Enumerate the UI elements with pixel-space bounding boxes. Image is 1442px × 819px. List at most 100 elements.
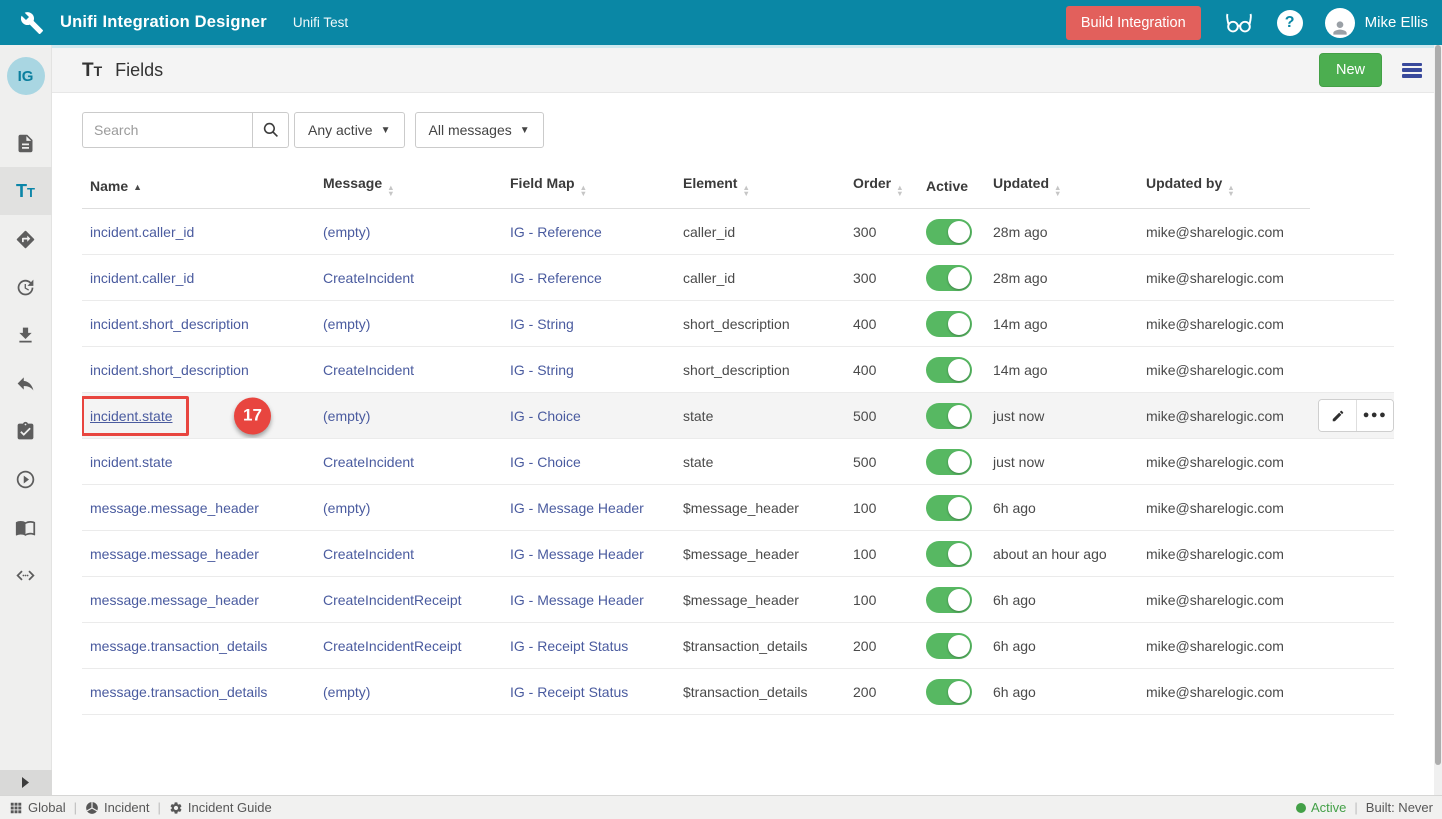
message-link[interactable]: (empty)	[323, 684, 370, 700]
sidebar-item-scripts[interactable]	[0, 551, 52, 599]
field-name-link[interactable]: message.message_header	[90, 500, 259, 516]
active-toggle[interactable]	[926, 587, 972, 613]
field-name-link[interactable]: message.message_header	[90, 546, 259, 562]
sidebar-collapse-button[interactable]	[0, 770, 52, 795]
sort-icon: ▲▼	[387, 185, 394, 196]
active-toggle[interactable]	[926, 679, 972, 705]
edit-button[interactable]	[1319, 400, 1356, 431]
active-toggle[interactable]	[926, 265, 972, 291]
message-link[interactable]: CreateIncidentReceipt	[323, 592, 462, 608]
field-name-link[interactable]: message.transaction_details	[90, 684, 267, 700]
field-name-link[interactable]: incident.caller_id	[90, 224, 194, 240]
column-header-element[interactable]: Element▲▼	[675, 162, 845, 209]
sidebar-item-documentation[interactable]	[0, 503, 52, 551]
search-input[interactable]	[82, 112, 252, 148]
sidebar-item-field-maps[interactable]	[0, 215, 52, 263]
grid-icon	[9, 801, 23, 815]
field-name-link[interactable]: incident.state	[90, 408, 173, 424]
field-map-link[interactable]: IG - Choice	[510, 408, 581, 424]
toggle-knob	[948, 543, 970, 565]
element-value: $transaction_details	[683, 638, 808, 654]
updated-value: just now	[993, 454, 1044, 470]
more-actions-button[interactable]: ●●●	[1356, 400, 1393, 431]
element-value: state	[683, 408, 713, 424]
field-name-link[interactable]: message.message_header	[90, 592, 259, 608]
field-name-link[interactable]: incident.caller_id	[90, 270, 194, 286]
message-link[interactable]: CreateIncident	[323, 362, 414, 378]
build-integration-button[interactable]: Build Integration	[1066, 6, 1201, 40]
new-button[interactable]: New	[1319, 53, 1382, 87]
message-link[interactable]: (empty)	[323, 224, 370, 240]
column-header-order[interactable]: Order▲▼	[845, 162, 918, 209]
updated-value: 6h ago	[993, 592, 1036, 608]
column-header-name[interactable]: Name▲	[82, 162, 315, 209]
message-link[interactable]: CreateIncident	[323, 454, 414, 470]
sidebar-item-tasks[interactable]	[0, 407, 52, 455]
sidebar-item-run[interactable]	[0, 455, 52, 503]
active-toggle[interactable]	[926, 541, 972, 567]
toggle-knob	[948, 589, 970, 611]
field-name-link[interactable]: incident.short_description	[90, 362, 249, 378]
column-header-message[interactable]: Message▲▼	[315, 162, 502, 209]
field-map-link[interactable]: IG - Choice	[510, 454, 581, 470]
updated-value: 14m ago	[993, 316, 1047, 332]
field-map-link[interactable]: IG - String	[510, 316, 574, 332]
messages-filter-dropdown[interactable]: All messages▼	[415, 112, 544, 148]
search-button[interactable]	[252, 112, 289, 148]
sidebar-item-history[interactable]	[0, 263, 52, 311]
field-map-link[interactable]: IG - Message Header	[510, 592, 644, 608]
updated-by-value: mike@sharelogic.com	[1146, 270, 1284, 286]
user-menu[interactable]: Mike Ellis	[1325, 8, 1428, 38]
field-name-link[interactable]: incident.short_description	[90, 316, 249, 332]
vertical-scrollbar[interactable]	[1434, 45, 1442, 795]
message-link[interactable]: CreateIncident	[323, 546, 414, 562]
preview-glasses-icon[interactable]	[1223, 11, 1255, 35]
active-toggle[interactable]	[926, 449, 972, 475]
field-map-link[interactable]: IG - Reference	[510, 224, 602, 240]
element-value: caller_id	[683, 224, 735, 240]
scope-selector[interactable]: Global	[9, 800, 66, 815]
sidebar-item-documents[interactable]	[0, 119, 52, 167]
updated-value: 6h ago	[993, 638, 1036, 654]
sidebar-item-download[interactable]	[0, 311, 52, 359]
filter-bar: Any active▼ All messages▼	[82, 112, 1404, 148]
help-icon[interactable]: ?	[1277, 10, 1303, 36]
integration-badge[interactable]: IG	[7, 57, 45, 95]
field-name-highlight-box: incident.state	[90, 454, 173, 470]
scrollbar-thumb[interactable]	[1435, 45, 1441, 765]
field-map-link[interactable]: IG - Message Header	[510, 546, 644, 562]
field-name-link[interactable]: message.transaction_details	[90, 638, 267, 654]
field-name-link[interactable]: incident.state	[90, 454, 173, 470]
integration-selector[interactable]: Incident Guide	[169, 800, 272, 815]
active-toggle[interactable]	[926, 219, 972, 245]
active-toggle[interactable]	[926, 357, 972, 383]
message-link[interactable]: (empty)	[323, 408, 370, 424]
integration-name[interactable]: Unifi Test	[293, 15, 348, 30]
column-header-updated-by[interactable]: Updated by▲▼	[1138, 162, 1310, 209]
toggle-knob	[948, 635, 970, 657]
column-header-updated[interactable]: Updated▲▼	[985, 162, 1138, 209]
table-row: incident.caller_id (empty) IG - Referenc…	[82, 209, 1394, 255]
field-map-link[interactable]: IG - Reference	[510, 270, 602, 286]
app-selector[interactable]: Incident	[85, 800, 150, 815]
active-toggle[interactable]	[926, 633, 972, 659]
menu-icon[interactable]	[1402, 63, 1422, 78]
active-toggle[interactable]	[926, 311, 972, 337]
sidebar-item-reply[interactable]	[0, 359, 52, 407]
field-map-link[interactable]: IG - String	[510, 362, 574, 378]
active-toggle[interactable]	[926, 403, 972, 429]
active-toggle[interactable]	[926, 495, 972, 521]
message-link[interactable]: (empty)	[323, 500, 370, 516]
field-map-link[interactable]: IG - Message Header	[510, 500, 644, 516]
message-link[interactable]: CreateIncident	[323, 270, 414, 286]
message-link[interactable]: CreateIncidentReceipt	[323, 638, 462, 654]
message-link[interactable]: (empty)	[323, 316, 370, 332]
element-value: state	[683, 454, 713, 470]
sidebar-item-fields[interactable]: TT	[0, 167, 52, 215]
field-map-link[interactable]: IG - Receipt Status	[510, 638, 628, 654]
element-value: $message_header	[683, 500, 799, 516]
main-content: TT Fields New Any active▼ All messages▼	[52, 45, 1434, 795]
active-filter-dropdown[interactable]: Any active▼	[294, 112, 405, 148]
column-header-field-map[interactable]: Field Map▲▼	[502, 162, 675, 209]
field-map-link[interactable]: IG - Receipt Status	[510, 684, 628, 700]
